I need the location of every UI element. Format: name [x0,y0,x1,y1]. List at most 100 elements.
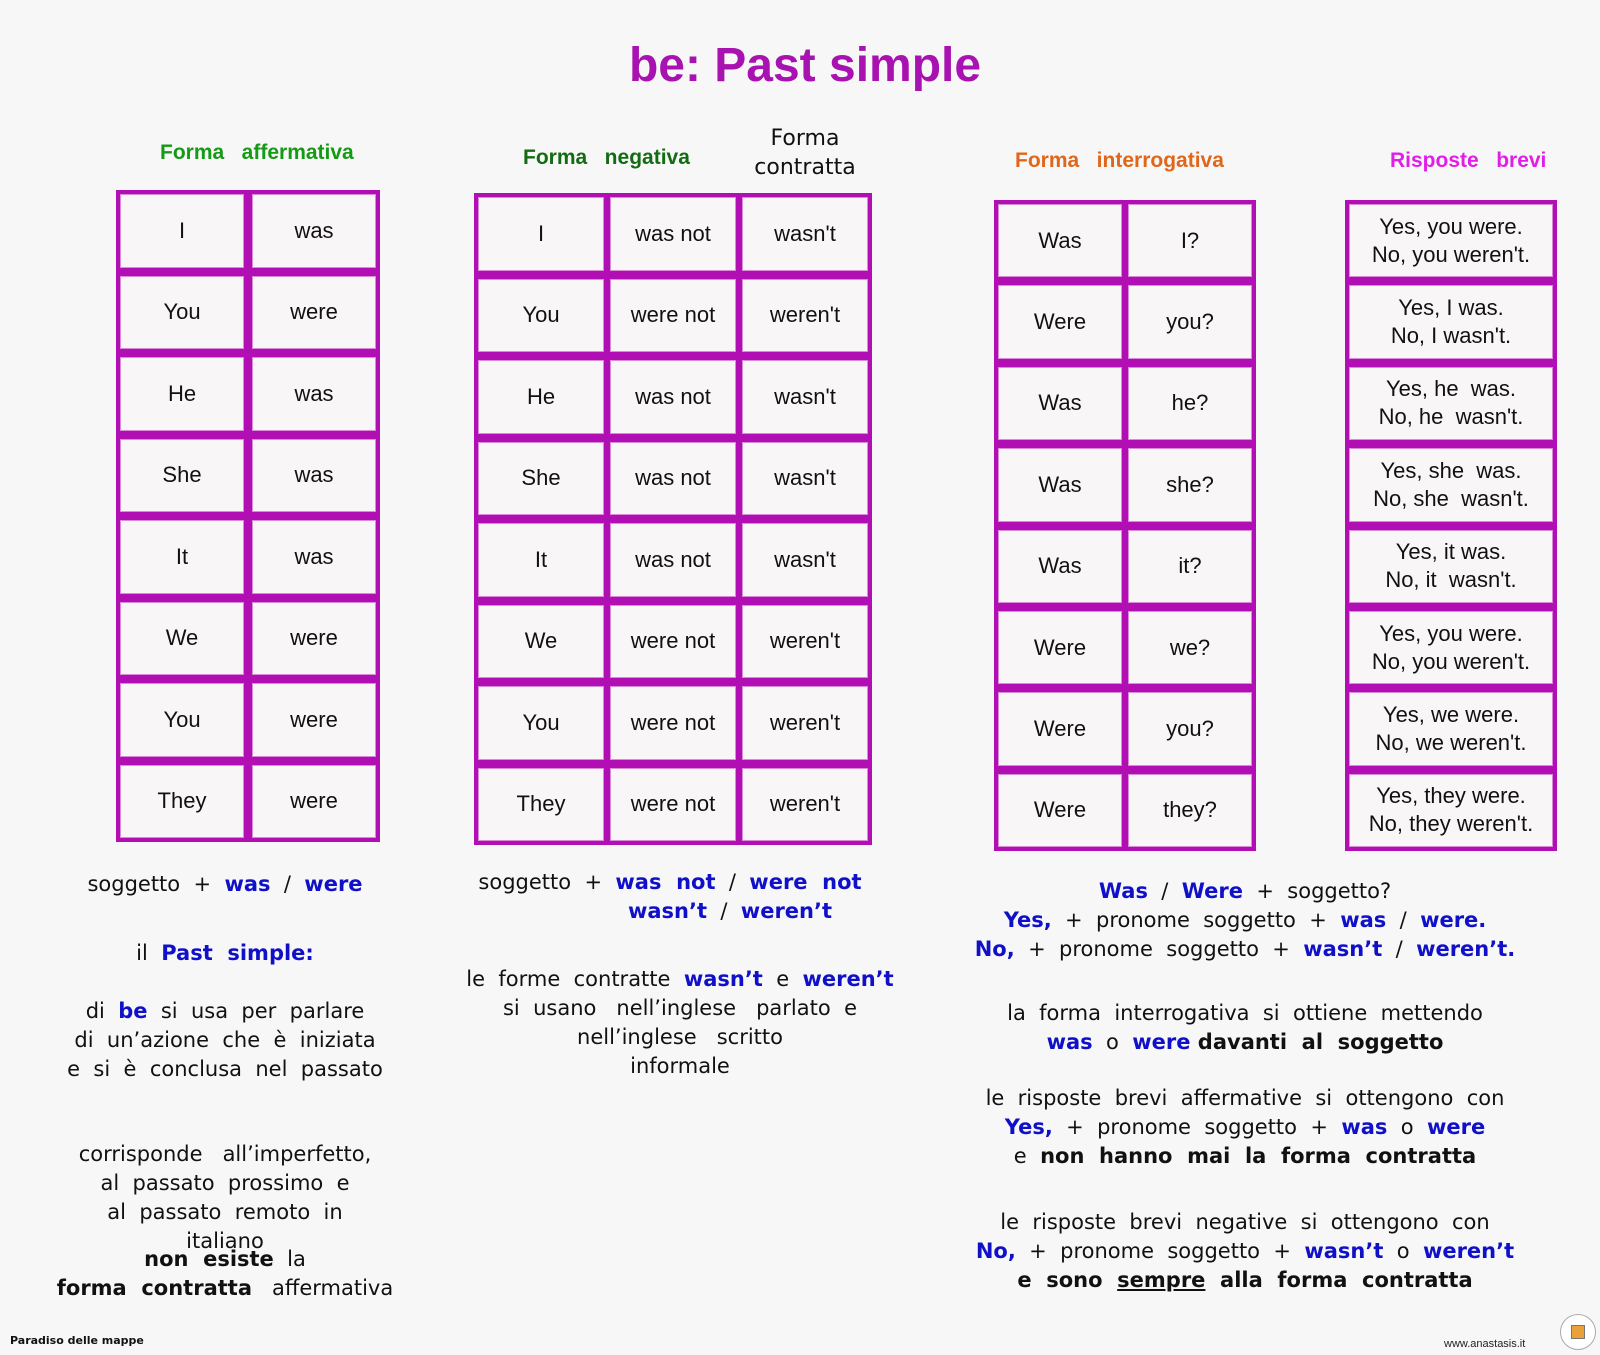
aff-answers-line1: le risposte brevi affermative si ottengo… [985,1086,1505,1110]
neg-answers-line1: le risposte brevi negative si ottengono … [1000,1210,1490,1234]
risposta-cell: Yes, you were. No, you weren't. [1349,204,1553,278]
neg-contracted-cell: weren't [742,767,868,841]
int-subject-cell: he? [1128,366,1252,441]
aff-answers-line2: Yes, + pronome soggetto + was o were [945,1113,1545,1142]
risposta-yes: Yes, we were. [1382,701,1520,727]
int-note-line2: was o were davanti al soggetto [945,1028,1545,1057]
risposta-yes: Yes, I was. [1398,295,1504,321]
aff-verb-cell: was [252,520,376,594]
risposta-no: No, I wasn't. [1390,323,1512,349]
int-note-were: were [1132,1030,1191,1054]
risposta-yes: Yes, you were. [1379,620,1523,646]
neg-note-line2: si usano nell’inglese parlato e [502,996,857,1020]
int-verb-cell: Were [998,773,1122,847]
neg-formula-line2: wasn’t / weren’t [440,897,900,926]
neg-note-wasnt: wasn’t [683,967,763,991]
risposta-cell: Yes, they were. No, they weren't. [1349,773,1553,847]
risposte-brevi-table: Yes, you were. No, you weren't. Yes, I was… [1345,200,1557,851]
risposta-cell: Yes, he was. No, he wasn't. [1349,366,1553,441]
int-verb-cell: Were [998,610,1122,685]
past-simple-text: Past simple: [161,941,314,965]
neg-subject-cell: They [478,767,604,841]
formula-wasnt: wasn’t [627,899,708,923]
formula-was-not: was not [615,870,716,894]
neg-contracted-cell: weren't [742,604,868,678]
aff-answers-o: o [1387,1115,1427,1139]
int-note: la forma interrogativa si ottiene metten… [945,999,1545,1057]
int-verb-cell: Was [998,204,1122,278]
int-slash: / [1382,937,1417,961]
aff-subject-cell: You [120,683,244,757]
int-slash: / [1386,908,1421,932]
formula-werent: weren’t [740,899,833,923]
neg-subject-cell: You [478,278,604,352]
formula-text: soggetto + [478,870,616,894]
neg-subject-cell: It [478,523,604,597]
non-esiste-bold: non esiste [144,1247,274,1271]
neg-answers-werent: weren’t [1422,1239,1515,1263]
risposta-no: No, they weren't. [1368,811,1534,837]
neg-contracted-cell: weren't [742,278,868,352]
int-formula-line1: Was / Were + soggetto? [945,877,1545,906]
formula-text: soggetto + [87,872,225,896]
logo-square-icon [1571,1325,1585,1339]
int-formula: Was / Were + soggetto? Yes, + pronome sog… [945,877,1545,964]
corrisponde-line: al passato remoto in [107,1200,343,1224]
aff-subject-cell: She [120,438,244,512]
neg-contracted-cell: wasn't [742,441,868,515]
neg-contracted-cell: wasn't [742,197,868,271]
neg-note-line3: nell’inglese scritto [577,1025,783,1049]
risposta-cell: Yes, it was. No, it wasn't. [1349,529,1553,603]
corrisponde-line: corrisponde all’imperfetto, [78,1142,372,1166]
usage-rest: si usa per parlare [147,999,365,1023]
aff-answers-line3: e non hanno mai la forma contratta [945,1142,1545,1171]
risposta-yes: Yes, you were. [1379,213,1523,239]
aff-answers-note: le risposte brevi affermative si ottengo… [945,1084,1545,1171]
neg-verb-cell: were not [610,767,736,841]
aff-answers-was: was [1341,1115,1388,1139]
neg-contracted-cell: wasn't [742,360,868,434]
aff-subject-cell: I [120,194,244,268]
neg-subject-cell: I [478,197,604,271]
aff-verb-cell: were [252,764,376,838]
int-note-o: o [1092,1030,1133,1054]
int-yes-rest: + pronome soggetto + [1051,908,1341,932]
neg-answers-line3: e sono sempre alla forma contratta [945,1266,1545,1295]
int-note-line1: la forma interrogativa si ottiene metten… [1007,1001,1483,1025]
neg-answers-o: o [1383,1239,1423,1263]
neg-formula-line1: soggetto + was not / were not [440,868,900,897]
risposta-no: No, it wasn't. [1385,567,1517,593]
aff-subject-cell: They [120,764,244,838]
formula-slash: / [715,870,750,894]
footer-website: www.anastasis.it [1444,1338,1526,1350]
aff-verb-cell: was [252,357,376,431]
int-were: Were [1181,879,1243,903]
neg-answers-no: No, [975,1239,1016,1263]
il-text: il [136,941,162,965]
header-contratta-line2: contratta [754,155,856,180]
affermativa-text: affermativa [251,1276,394,1300]
neg-subject-cell: He [478,360,604,434]
risposta-yes: Yes, they were. [1376,783,1526,809]
int-formula-line2: Yes, + pronome soggetto + was / were. [945,906,1545,935]
int-slash: / [1147,879,1182,903]
aff-answers-were: were [1426,1115,1486,1139]
aff-verb-cell: were [252,275,376,349]
int-was: Was [1098,879,1148,903]
aff-formula: soggetto + was / were [40,870,410,899]
footer-brand: Paradiso delle mappe [10,1334,144,1347]
neg-answers-note: le risposte brevi negative si ottengono … [945,1208,1545,1295]
neg-answers-wasnt: wasn’t [1304,1239,1384,1263]
aff-verb-cell: was [252,438,376,512]
usage-be: be [118,999,148,1023]
aff-subject-cell: We [120,601,244,675]
int-subject-cell: they? [1128,773,1252,847]
aff-answers-rest: + pronome soggetto + [1052,1115,1342,1139]
int-yes-was: was [1340,908,1387,932]
formula-slash: / [707,899,741,923]
int-note-was: was [1046,1030,1093,1054]
int-subject-cell: I? [1128,204,1252,278]
int-subject-cell: it? [1128,529,1252,603]
usage-line2: di un’azione che è iniziata [74,1028,376,1052]
int-subject-cell: she? [1128,448,1252,522]
